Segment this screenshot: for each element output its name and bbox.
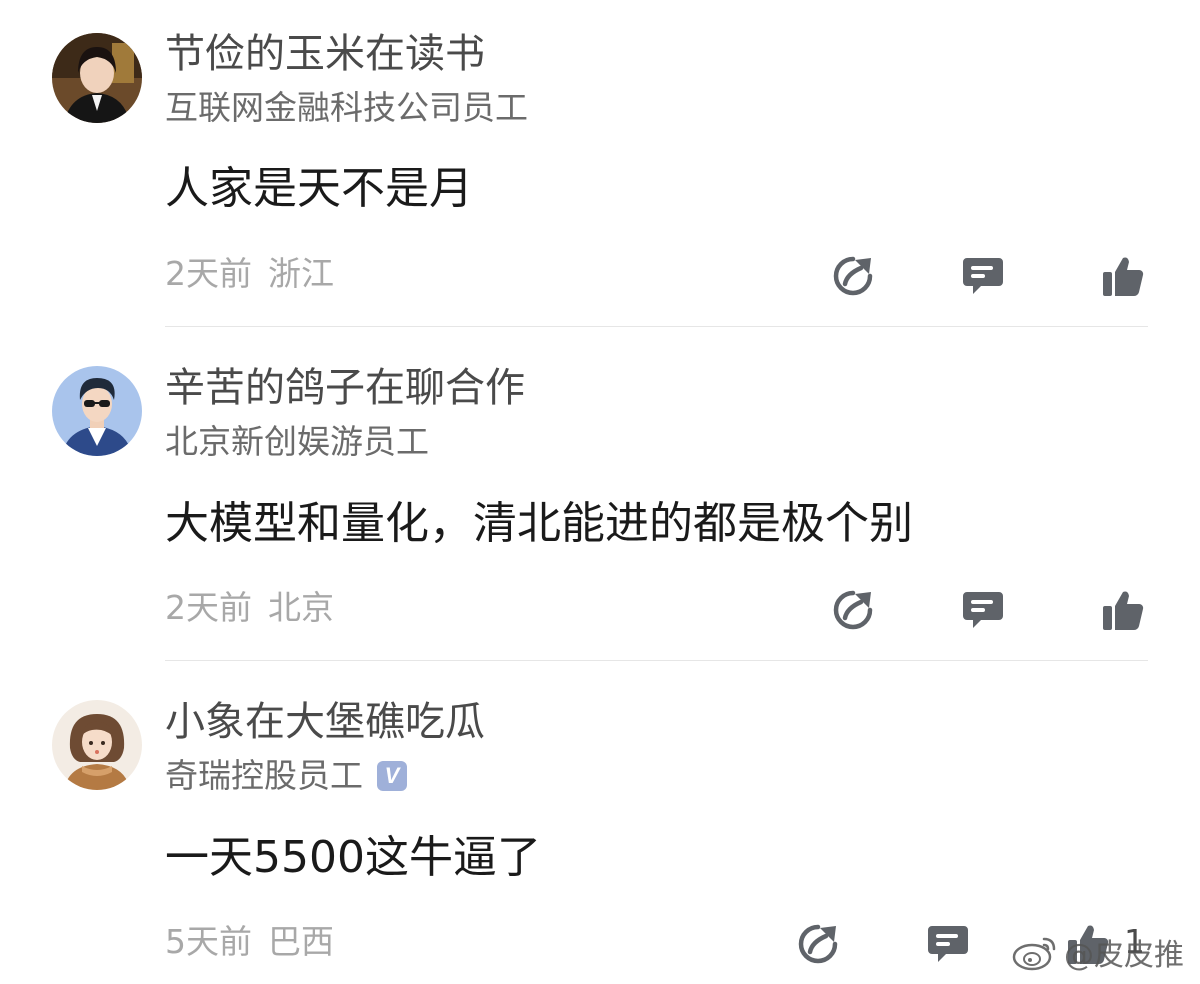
comment-location: 北京 [268,588,334,627]
comment-time: 2天前 [165,588,252,627]
author-title: 北京新创娱游员工 [165,422,429,462]
avatar[interactable] [52,366,142,456]
author-title: 互联网金融科技公司员工 [165,88,528,128]
share-icon [798,924,838,964]
author-title-text: 奇瑞控股员工 [165,756,363,795]
watermark-text: @皮皮推 [1064,938,1184,973]
comment-time: 2天前 [165,254,252,293]
author-title: 奇瑞控股员工 V [165,756,407,796]
comment-text: 一天5500这牛逼了 [165,832,541,883]
comment-location: 浙江 [268,254,334,293]
comment-meta: 2天前 北京 [165,588,334,628]
comment-location: 巴西 [268,922,334,961]
share-icon [833,256,873,296]
author-name[interactable]: 节俭的玉米在读书 [165,30,485,78]
share-button[interactable] [831,588,875,632]
author-title-text: 互联网金融科技公司员工 [165,88,528,127]
reply-button[interactable] [961,254,1005,298]
comment-icon [963,592,1003,628]
like-button[interactable] [1101,588,1145,632]
avatar[interactable] [52,33,142,123]
thumbs-up-icon [1103,257,1144,297]
comment-meta: 5天前 巴西 [165,922,334,962]
reply-button[interactable] [961,588,1005,632]
comment-time: 5天前 [165,922,252,961]
comment-meta: 2天前 浙江 [165,254,334,294]
author-name[interactable]: 小象在大堡礁吃瓜 [165,698,485,746]
watermark: @皮皮推 [1012,930,1184,974]
author-name[interactable]: 辛苦的鸽子在聊合作 [165,364,525,412]
share-button[interactable] [796,922,840,966]
avatar[interactable] [52,700,142,790]
thumbs-up-icon [1103,591,1144,631]
comment-text: 人家是天不是月 [165,163,473,214]
divider [165,660,1148,661]
comment-icon [928,926,968,962]
share-icon [833,590,873,630]
weibo-logo-icon [1012,937,1056,971]
comment-icon [963,258,1003,294]
share-button[interactable] [831,254,875,298]
comment-text: 大模型和量化，清北能进的都是极个别 [165,498,913,549]
reply-button[interactable] [926,922,970,966]
author-title-text: 北京新创娱游员工 [165,422,429,461]
like-button[interactable] [1101,254,1145,298]
verified-badge: V [377,761,407,791]
divider [165,326,1148,327]
